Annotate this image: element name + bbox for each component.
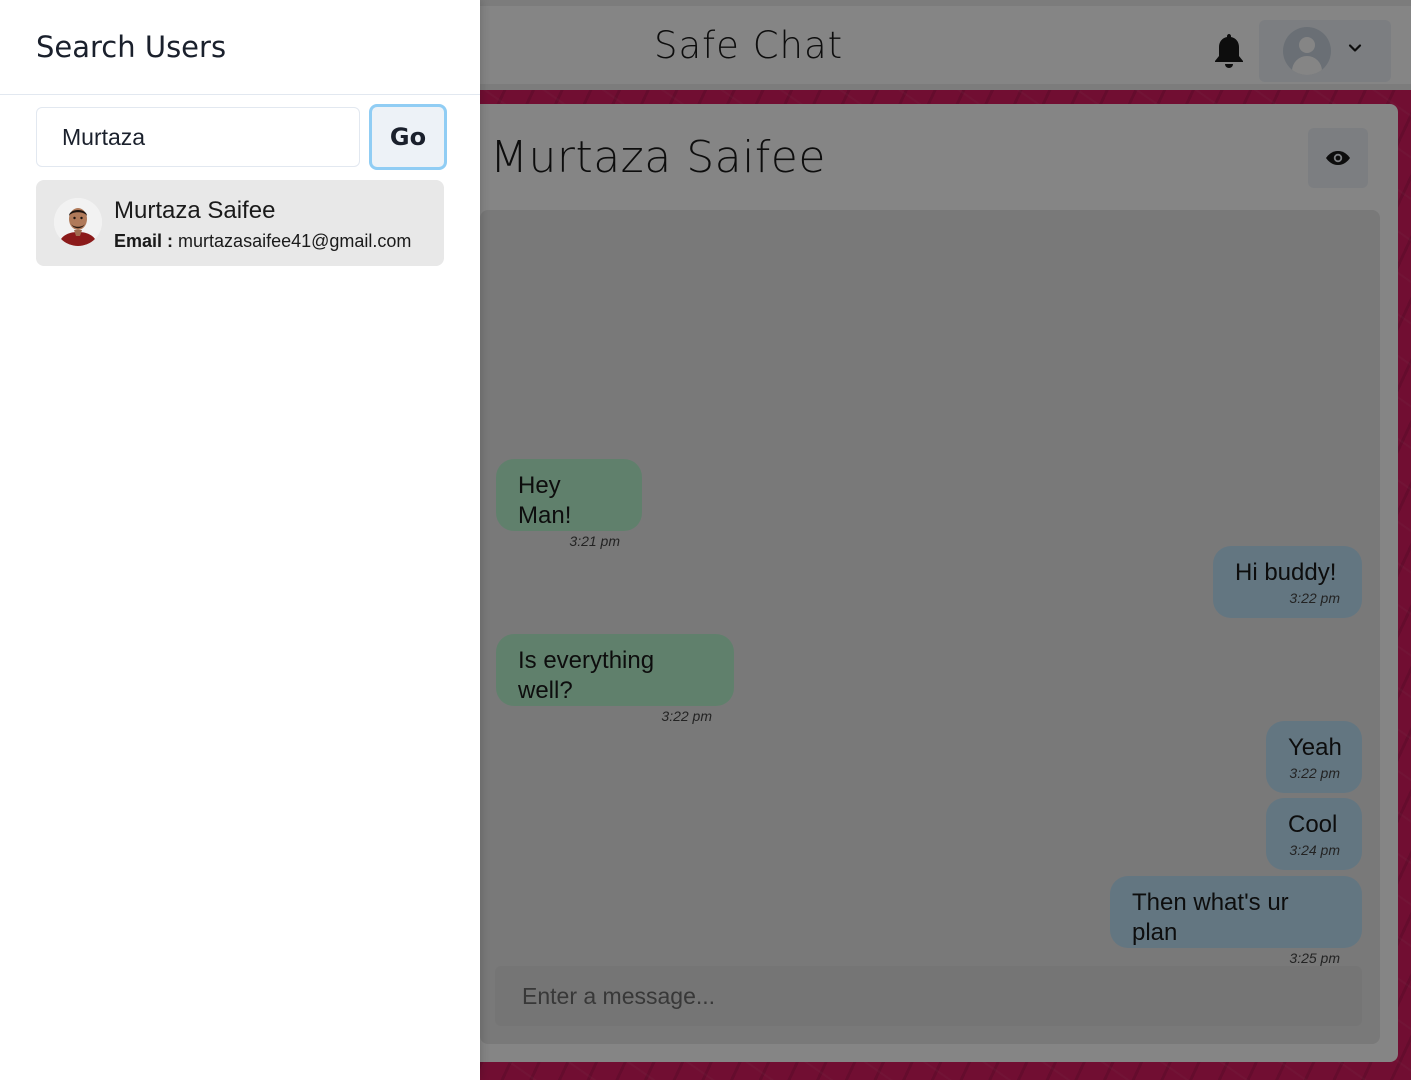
user-result-name: Murtaza Saifee xyxy=(114,197,276,224)
user-result-item[interactable]: Murtaza Saifee Email : murtazasaifee41@g… xyxy=(36,180,444,266)
search-input[interactable] xyxy=(36,107,360,167)
search-users-drawer: Search Users Go Murtaza Saifee Email : m… xyxy=(0,0,480,1080)
email-label: Email : xyxy=(114,231,174,251)
drawer-title: Search Users xyxy=(36,30,227,64)
email-value: murtazasaifee41@gmail.com xyxy=(178,231,412,251)
user-result-email: Email : murtazasaifee41@gmail.com xyxy=(114,231,411,252)
user-photo-icon xyxy=(54,198,102,246)
user-avatar xyxy=(54,198,102,246)
go-button[interactable]: Go xyxy=(369,104,447,170)
drawer-header: Search Users xyxy=(0,0,480,95)
